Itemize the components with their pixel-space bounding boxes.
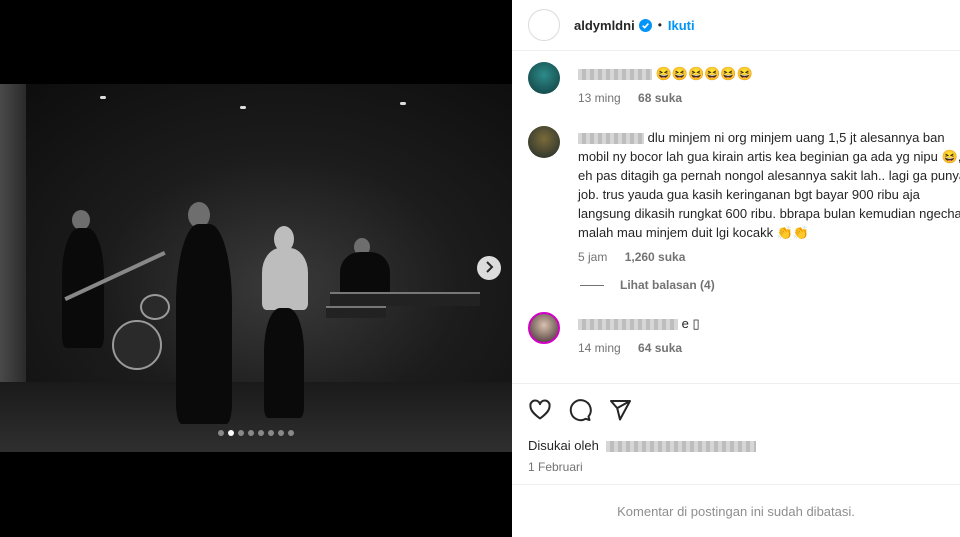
carousel-dot <box>258 430 264 436</box>
comment-meta: 13 ming 68 suka <box>578 91 960 105</box>
comment-item: dlu minjem ni org minjem uang 1,5 jt ale… <box>528 126 960 264</box>
comment-icon[interactable] <box>568 398 592 422</box>
comment-time: 14 ming <box>578 341 621 355</box>
view-replies-label: Lihat balasan (4) <box>620 278 715 292</box>
comment-likes[interactable]: 68 suka <box>638 91 682 105</box>
liked-by-prefix: Disukai oleh <box>528 438 599 453</box>
redacted-username <box>578 69 652 81</box>
comment-item: e ▯ 14 ming 64 suka <box>528 312 960 355</box>
carousel-dot <box>228 430 234 436</box>
liked-by: Disukai oleh <box>528 438 757 453</box>
carousel-dot <box>278 430 284 436</box>
comment-meta: 14 ming 64 suka <box>578 341 960 355</box>
chevron-right-icon <box>484 260 494 276</box>
comment-text: e ▯ <box>681 316 700 331</box>
heart-icon[interactable] <box>528 398 552 422</box>
verified-badge-icon <box>638 18 652 32</box>
comment-meta: 5 jam 1,260 suka <box>578 250 960 264</box>
follow-button[interactable]: Ikuti <box>668 18 695 33</box>
comment-time: 5 jam <box>578 250 608 264</box>
post-header: aldymldni • Ikuti <box>512 0 960 51</box>
post-side-panel: aldymldni • Ikuti 😆😆😆😆😆😆 13 ming 68 suka… <box>512 0 960 537</box>
carousel-dot <box>288 430 294 436</box>
replies-divider <box>580 284 604 286</box>
author-avatar[interactable] <box>528 9 560 41</box>
carousel-dot <box>218 430 224 436</box>
comment-item: 😆😆😆😆😆😆 13 ming 68 suka <box>528 62 960 105</box>
comment-likes[interactable]: 1,260 suka <box>625 250 686 264</box>
post-photo <box>0 84 512 452</box>
share-icon[interactable] <box>608 398 632 422</box>
commenter-avatar[interactable] <box>528 312 560 344</box>
media-pane <box>0 0 512 537</box>
carousel-dot <box>268 430 274 436</box>
carousel-indicator <box>0 430 512 436</box>
redacted-username <box>578 319 678 331</box>
redacted-username <box>578 133 644 145</box>
post-actions <box>512 383 960 422</box>
comment-text: dlu minjem ni org minjem uang 1,5 jt ale… <box>578 130 960 240</box>
redacted-liked-by <box>606 441 757 453</box>
carousel-dot <box>248 430 254 436</box>
comments-limited-text: Komentar di postingan ini sudah dibatasi… <box>617 503 855 519</box>
commenter-avatar[interactable] <box>528 62 560 94</box>
comments-limited-notice: Komentar di postingan ini sudah dibatasi… <box>512 484 960 537</box>
header-separator: • <box>657 18 662 32</box>
view-replies-button[interactable]: Lihat balasan (4) <box>580 278 715 292</box>
comment-likes[interactable]: 64 suka <box>638 341 682 355</box>
post-date: 1 Februari <box>528 460 583 474</box>
next-slide-button[interactable] <box>477 256 501 280</box>
author-username[interactable]: aldymldni <box>574 18 635 33</box>
comments-list: 😆😆😆😆😆😆 13 ming 68 suka dlu minjem ni org… <box>512 52 960 382</box>
comment-time: 13 ming <box>578 91 621 105</box>
carousel-dot <box>238 430 244 436</box>
commenter-avatar[interactable] <box>528 126 560 158</box>
instagram-post-modal: aldymldni • Ikuti 😆😆😆😆😆😆 13 ming 68 suka… <box>0 0 960 537</box>
comment-text: 😆😆😆😆😆😆 <box>655 66 753 81</box>
